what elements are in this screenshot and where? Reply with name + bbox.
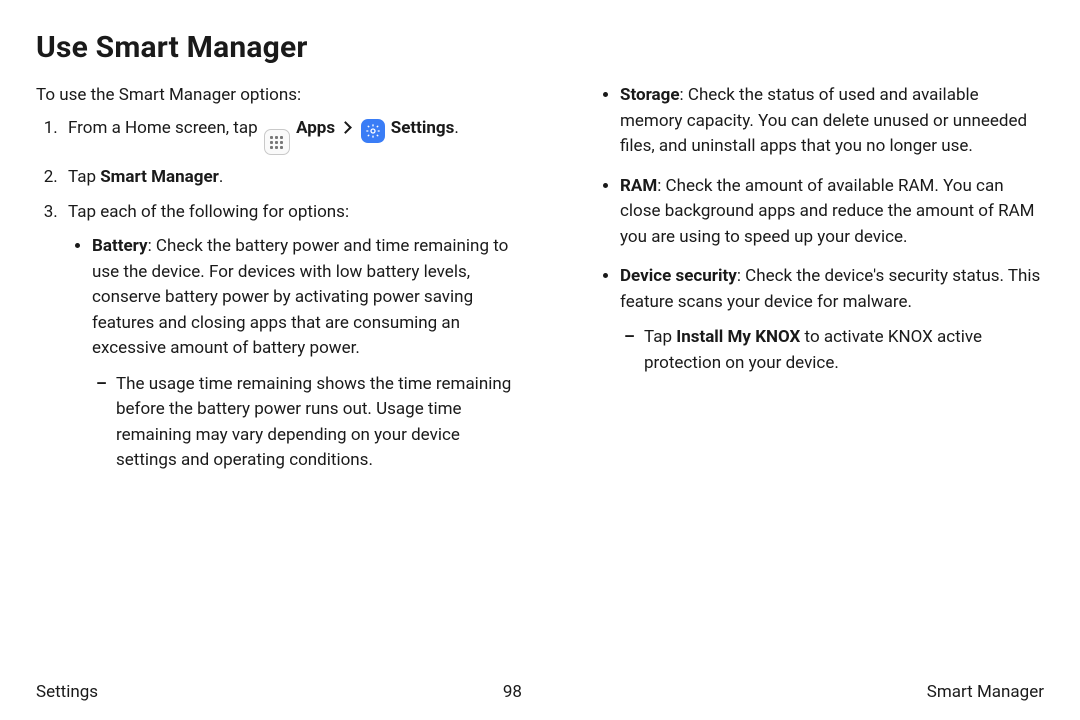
step1-pre: From a Home screen, tap [68,118,262,138]
step2-pre: Tap [68,167,100,187]
footer-page-number: 98 [503,682,522,702]
steps-list: From a Home screen, tap Apps Settings. [36,116,518,474]
intro-text: To use the Smart Manager options: [36,83,518,108]
page-title: Use Smart Manager [36,30,1044,65]
storage-bold: Storage [620,85,680,105]
step-2: Tap Smart Manager. [62,165,518,190]
battery-bold: Battery [92,236,148,256]
step3-text: Tap each of the following for options: [68,202,349,222]
battery-sub-item: The usage time remaining shows the time … [116,372,518,474]
knox-bold: Install My KNOX [676,327,800,347]
battery-text: : Check the battery power and time remai… [92,236,508,358]
options-list-right: Storage: Check the status of used and av… [562,83,1044,376]
storage-text: : Check the status of used and available… [620,85,1027,156]
footer-left: Settings [36,682,98,702]
footer-right: Smart Manager [927,682,1044,702]
storage-item: Storage: Check the status of used and av… [620,83,1044,160]
apps-label: Apps [296,118,335,138]
knox-sub-item: Tap Install My KNOX to activate KNOX act… [644,325,1044,376]
step2-period: . [219,167,223,187]
security-item: Device security: Check the device's secu… [620,264,1044,376]
ram-item: RAM: Check the amount of available RAM. … [620,174,1044,251]
step1-period: . [454,118,458,138]
apps-icon [264,129,290,155]
settings-label: Settings [391,118,455,138]
step2-bold: Smart Manager [100,167,219,187]
settings-icon [361,119,385,143]
ram-bold: RAM [620,176,657,196]
battery-item: Battery: Check the battery power and tim… [92,234,518,474]
security-bold: Device security [620,266,737,286]
chevron-right-icon [339,121,352,134]
step-1: From a Home screen, tap Apps Settings. [62,116,518,156]
page-footer: Settings 98 Smart Manager [36,682,1044,702]
ram-text: : Check the amount of available RAM. You… [620,176,1035,247]
knox-prefix: Tap [644,327,676,347]
step-3: Tap each of the following for options: B… [62,200,518,474]
